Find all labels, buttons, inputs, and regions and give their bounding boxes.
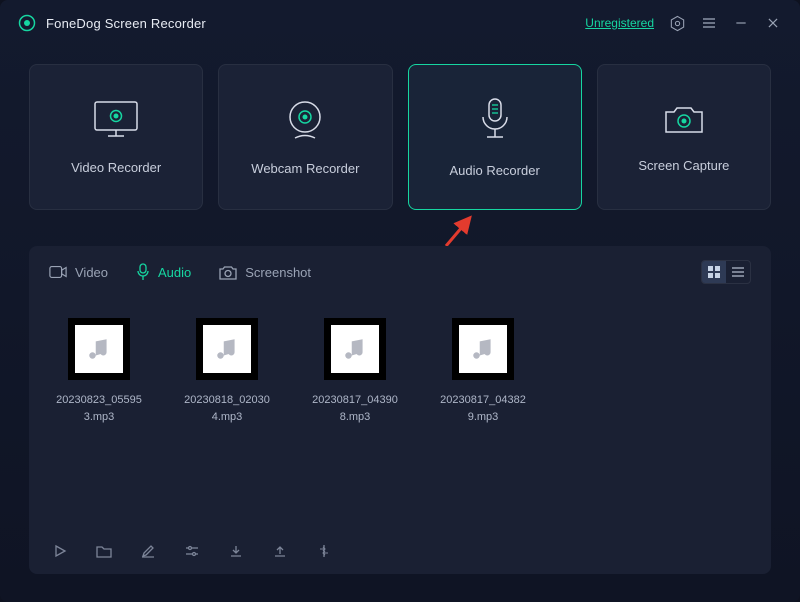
tab-label: Audio xyxy=(158,265,191,280)
mode-webcam-recorder[interactable]: Webcam Recorder xyxy=(218,64,392,210)
view-toggle xyxy=(701,260,751,284)
microphone-icon xyxy=(477,97,513,143)
tab-screenshot[interactable]: Screenshot xyxy=(219,265,311,280)
file-thumbnail xyxy=(324,318,386,380)
trash-icon[interactable] xyxy=(359,542,377,560)
file-item[interactable]: 20230817_043829.mp3 xyxy=(437,318,529,425)
mode-label: Screen Capture xyxy=(638,158,729,173)
download-icon[interactable] xyxy=(227,542,245,560)
music-note-icon xyxy=(86,336,112,362)
menu-icon[interactable] xyxy=(700,14,718,32)
tab-label: Screenshot xyxy=(245,265,311,280)
mode-label: Webcam Recorder xyxy=(251,161,359,176)
bottom-toolbar xyxy=(29,542,771,574)
mode-audio-recorder[interactable]: Audio Recorder xyxy=(408,64,582,210)
webcam-icon xyxy=(284,99,326,141)
file-item[interactable]: 20230818_020304.mp3 xyxy=(181,318,273,425)
file-thumbnail xyxy=(68,318,130,380)
monitor-icon xyxy=(93,100,139,140)
grid-view-icon[interactable] xyxy=(702,261,726,283)
records-panel: Video Audio Screenshot xyxy=(29,246,771,574)
tab-video[interactable]: Video xyxy=(49,265,108,280)
unregistered-link[interactable]: Unregistered xyxy=(585,16,654,30)
play-icon[interactable] xyxy=(51,542,69,560)
file-name: 20230817_043908.mp3 xyxy=(309,392,401,425)
mode-screen-capture[interactable]: Screen Capture xyxy=(597,64,771,210)
convert-icon[interactable] xyxy=(315,542,333,560)
tab-audio[interactable]: Audio xyxy=(136,263,191,281)
list-view-icon[interactable] xyxy=(726,261,750,283)
file-thumbnail xyxy=(196,318,258,380)
logo-icon xyxy=(18,14,36,32)
app-logo: FoneDog Screen Recorder xyxy=(18,14,206,32)
file-name: 20230817_043829.mp3 xyxy=(437,392,529,425)
file-item[interactable]: 20230823_055953.mp3 xyxy=(53,318,145,425)
music-note-icon xyxy=(214,336,240,362)
music-note-icon xyxy=(342,336,368,362)
folder-icon[interactable] xyxy=(95,542,113,560)
mode-label: Video Recorder xyxy=(71,160,161,175)
file-name: 20230823_055953.mp3 xyxy=(53,392,145,425)
tab-label: Video xyxy=(75,265,108,280)
camera-icon xyxy=(662,102,706,138)
app-title: FoneDog Screen Recorder xyxy=(46,16,206,31)
upload-icon[interactable] xyxy=(271,542,289,560)
file-name: 20230818_020304.mp3 xyxy=(181,392,273,425)
mode-video-recorder[interactable]: Video Recorder xyxy=(29,64,203,210)
edit-icon[interactable] xyxy=(139,542,157,560)
close-icon[interactable] xyxy=(764,14,782,32)
file-item[interactable]: 20230817_043908.mp3 xyxy=(309,318,401,425)
file-thumbnail xyxy=(452,318,514,380)
titlebar: FoneDog Screen Recorder Unregistered xyxy=(0,0,800,46)
mode-cards: Video Recorder Webcam Recorder xyxy=(0,46,800,210)
settings-icon[interactable] xyxy=(668,14,686,32)
music-note-icon xyxy=(470,336,496,362)
minimize-icon[interactable] xyxy=(732,14,750,32)
sliders-icon[interactable] xyxy=(183,542,201,560)
mode-label: Audio Recorder xyxy=(449,163,539,178)
tabs: Video Audio Screenshot xyxy=(29,246,771,292)
file-grid: 20230823_055953.mp3 20230818_020304.mp3 … xyxy=(29,292,771,425)
app-window: FoneDog Screen Recorder Unregistered xyxy=(0,0,800,602)
